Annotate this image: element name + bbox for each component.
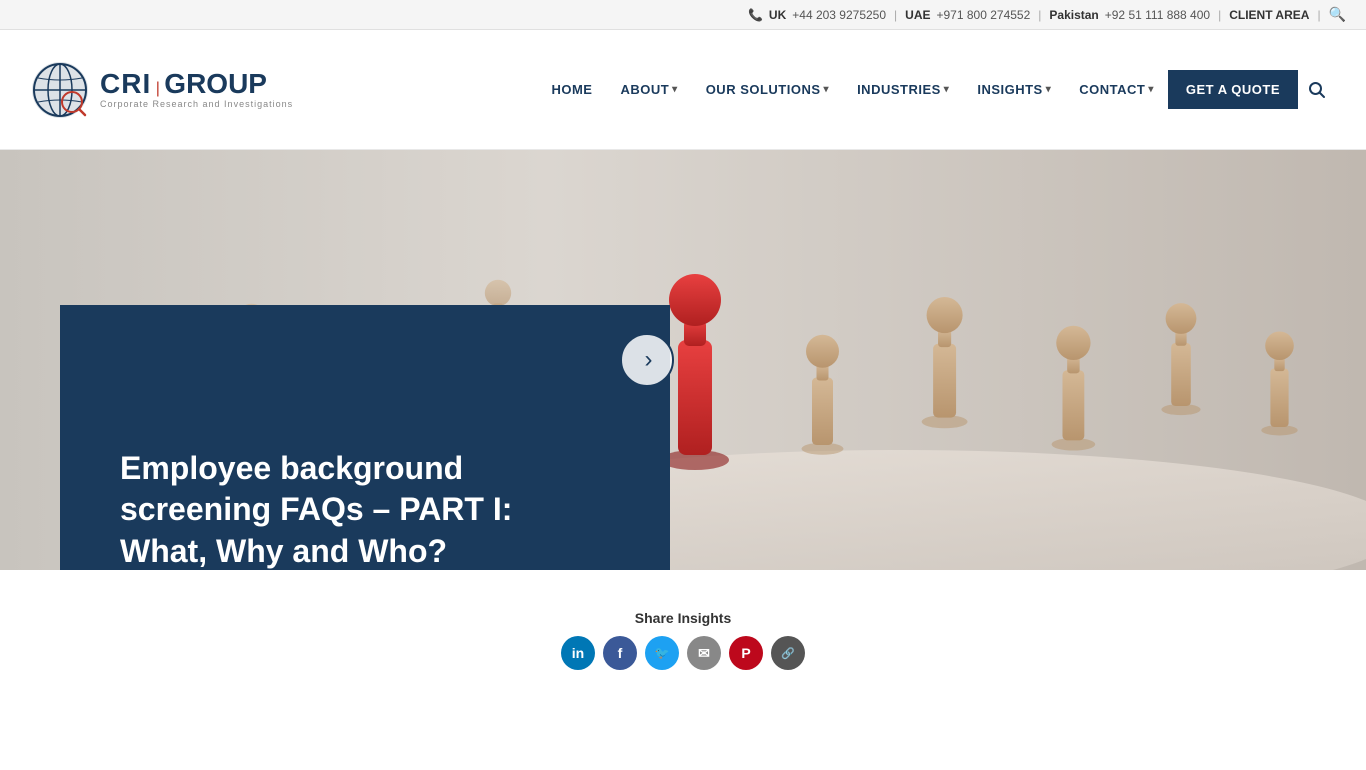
top-bar: 📞 UK +44 203 9275250 | UAE +971 800 2745… xyxy=(0,0,1366,30)
about-arrow: ▾ xyxy=(672,84,678,95)
share-twitter[interactable]: 🐦 xyxy=(645,636,679,670)
share-pinterest[interactable]: P xyxy=(729,636,763,670)
share-facebook[interactable]: f xyxy=(603,636,637,670)
logo-divider: | xyxy=(156,81,160,97)
logo-subtitle: Corporate Research and Investigations xyxy=(100,100,293,109)
pakistan-phone: +92 51 111 888 400 xyxy=(1105,8,1210,22)
phone-icon: 📞 xyxy=(748,8,763,22)
share-email[interactable]: ✉ xyxy=(687,636,721,670)
hero-next-button[interactable]: › xyxy=(620,333,674,387)
uae-phone: +971 800 274552 xyxy=(937,8,1031,22)
hero-section: Employee background screening FAQs – PAR… xyxy=(0,150,1366,570)
logo[interactable]: CRI | GROUP Corporate Research and Inves… xyxy=(30,60,293,120)
hero-title: Employee background screening FAQs – PAR… xyxy=(120,448,560,570)
nav-about[interactable]: ABOUT ▾ xyxy=(606,30,691,150)
hero-overlay: Employee background screening FAQs – PAR… xyxy=(60,305,670,570)
logo-group: GROUP xyxy=(164,68,267,99)
hero-arrow-icon: › xyxy=(645,346,653,374)
uk-phone: +44 203 9275250 xyxy=(792,8,886,22)
nav-home[interactable]: HOME xyxy=(537,30,606,150)
below-hero-section: Share Insights in f 🐦 ✉ P 🔗 xyxy=(0,570,1366,770)
logo-text: CRI | GROUP Corporate Research and Inves… xyxy=(100,70,293,109)
share-title: Share Insights xyxy=(635,610,731,626)
nav-contact[interactable]: CONTACT ▾ xyxy=(1065,30,1168,150)
main-nav: HOME ABOUT ▾ OUR SOLUTIONS ▾ INDUSTRIES … xyxy=(537,30,1336,150)
logo-cri: CRI xyxy=(100,68,151,99)
share-link[interactable]: 🔗 xyxy=(771,636,805,670)
insights-arrow: ▾ xyxy=(1046,84,1052,95)
sep4: | xyxy=(1317,8,1320,22)
nav-industries[interactable]: INDUSTRIES ▾ xyxy=(843,30,963,150)
uk-label: UK xyxy=(769,8,786,22)
share-linkedin[interactable]: in xyxy=(561,636,595,670)
logo-globe-icon xyxy=(30,60,90,120)
sep2: | xyxy=(1038,8,1041,22)
search-nav-icon[interactable] xyxy=(1298,30,1336,150)
search-topbar-icon[interactable]: 🔍 xyxy=(1329,6,1346,23)
contact-arrow: ▾ xyxy=(1148,84,1154,95)
sep1: | xyxy=(894,8,897,22)
uae-label: UAE xyxy=(905,8,930,22)
solutions-arrow: ▾ xyxy=(824,84,830,95)
share-insights: Share Insights in f 🐦 ✉ P 🔗 xyxy=(561,610,805,670)
header: CRI | GROUP Corporate Research and Inves… xyxy=(0,30,1366,150)
nav-insights[interactable]: INSIGHTS ▾ xyxy=(963,30,1065,150)
nav-our-solutions[interactable]: OUR SOLUTIONS ▾ xyxy=(692,30,843,150)
client-area-link[interactable]: CLIENT AREA xyxy=(1229,8,1309,22)
get-quote-button[interactable]: GET A QUOTE xyxy=(1168,70,1298,109)
industries-arrow: ▾ xyxy=(944,84,950,95)
pakistan-label: Pakistan xyxy=(1049,8,1098,22)
share-icons-row: in f 🐦 ✉ P 🔗 xyxy=(561,636,805,670)
sep3: | xyxy=(1218,8,1221,22)
